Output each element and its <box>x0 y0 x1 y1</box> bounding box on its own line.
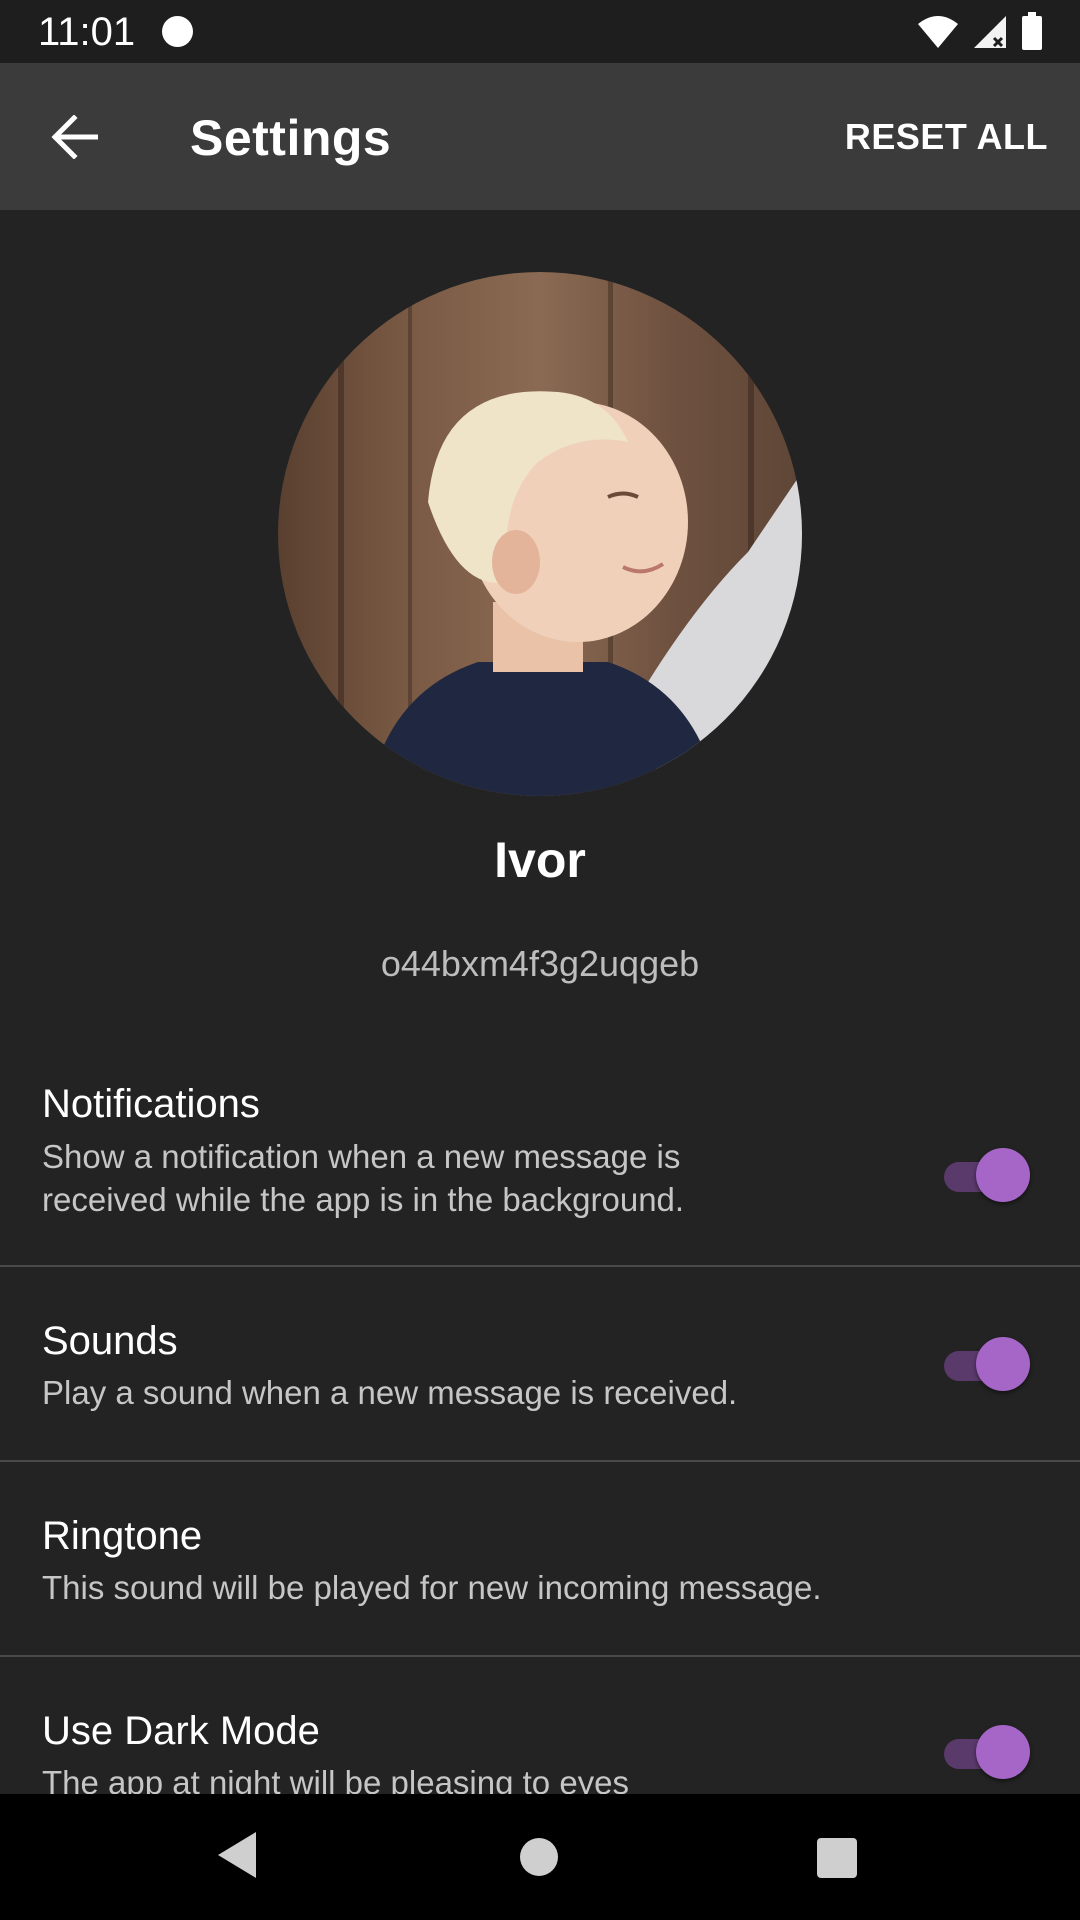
setting-sounds[interactable]: Sounds Play a sound when a new message i… <box>0 1267 1080 1460</box>
status-icons <box>916 12 1044 52</box>
status-bar: 11:01 <box>0 0 1080 63</box>
toggle-thumb <box>976 1725 1030 1779</box>
setting-title: Notifications <box>42 1082 260 1126</box>
setting-dark-mode[interactable]: Use Dark Mode The app at night will be p… <box>0 1657 1080 1794</box>
triangle-back-icon[interactable] <box>216 1830 260 1880</box>
setting-description: This sound will be played for new incomi… <box>42 1569 822 1606</box>
setting-description: Show a notification when a new message i… <box>42 1138 685 1218</box>
arrow-left-icon <box>51 115 98 159</box>
signal-icon <box>974 16 1006 48</box>
setting-description: Play a sound when a new message is recei… <box>42 1374 738 1411</box>
page-title: Settings <box>190 110 392 166</box>
profile-photo <box>278 272 802 796</box>
setting-title: Sounds <box>42 1319 178 1363</box>
toggle-thumb <box>976 1337 1030 1391</box>
back-button[interactable] <box>42 105 106 169</box>
notification-dot-icon <box>162 16 193 47</box>
circle-home-icon[interactable] <box>520 1838 558 1876</box>
sounds-toggle[interactable] <box>944 1337 1030 1393</box>
wifi-icon <box>918 16 958 48</box>
toggle-thumb <box>976 1148 1030 1202</box>
system-nav-bar <box>0 1794 1080 1920</box>
notifications-toggle[interactable] <box>944 1148 1030 1204</box>
settings-screen: 11:01 Settings RESET ALL Ivor o44bxm4f3g… <box>0 0 1080 1920</box>
avatar[interactable] <box>278 272 802 796</box>
setting-notifications[interactable]: Notifications Show a notification when a… <box>0 1060 1080 1266</box>
setting-title: Use Dark Mode <box>42 1709 320 1753</box>
battery-icon <box>1022 12 1042 50</box>
dark-mode-toggle[interactable] <box>944 1725 1030 1781</box>
profile-id: o44bxm4f3g2uqgeb <box>380 943 700 984</box>
square-recents-icon[interactable] <box>817 1838 857 1878</box>
profile-name: Ivor <box>494 832 586 888</box>
setting-ringtone[interactable]: Ringtone This sound will be played for n… <box>0 1462 1080 1655</box>
reset-all-button[interactable]: RESET ALL <box>845 113 1048 161</box>
setting-description: The app at night will be pleasing to eye… <box>42 1764 630 1794</box>
setting-title: Ringtone <box>42 1514 203 1558</box>
status-time: 11:01 <box>38 10 136 54</box>
app-bar: Settings RESET ALL <box>0 63 1080 210</box>
